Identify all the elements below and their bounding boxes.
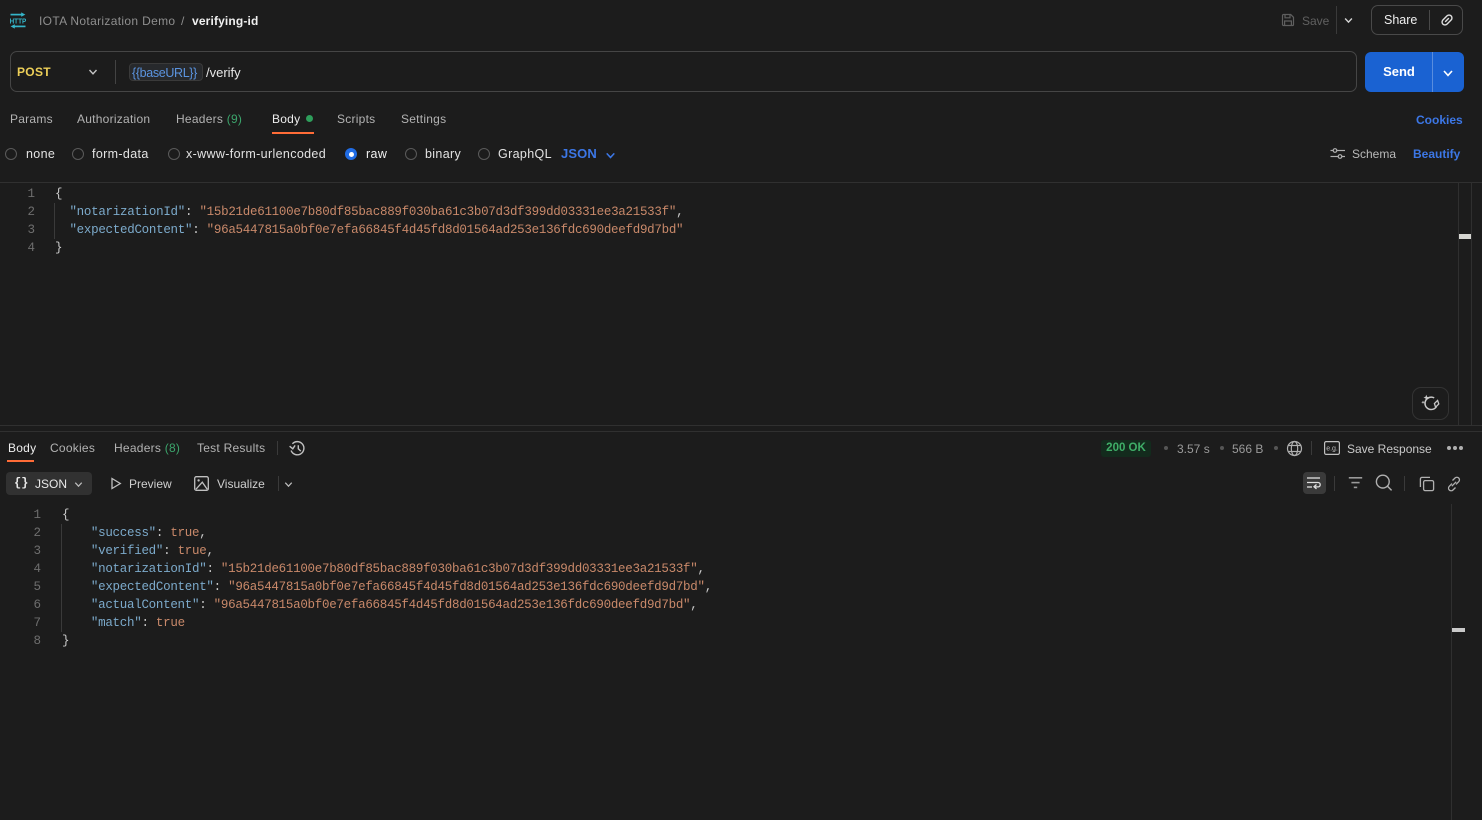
- svg-text:HTTP: HTTP: [10, 18, 27, 25]
- svg-text:e.g.: e.g.: [1326, 446, 1338, 453]
